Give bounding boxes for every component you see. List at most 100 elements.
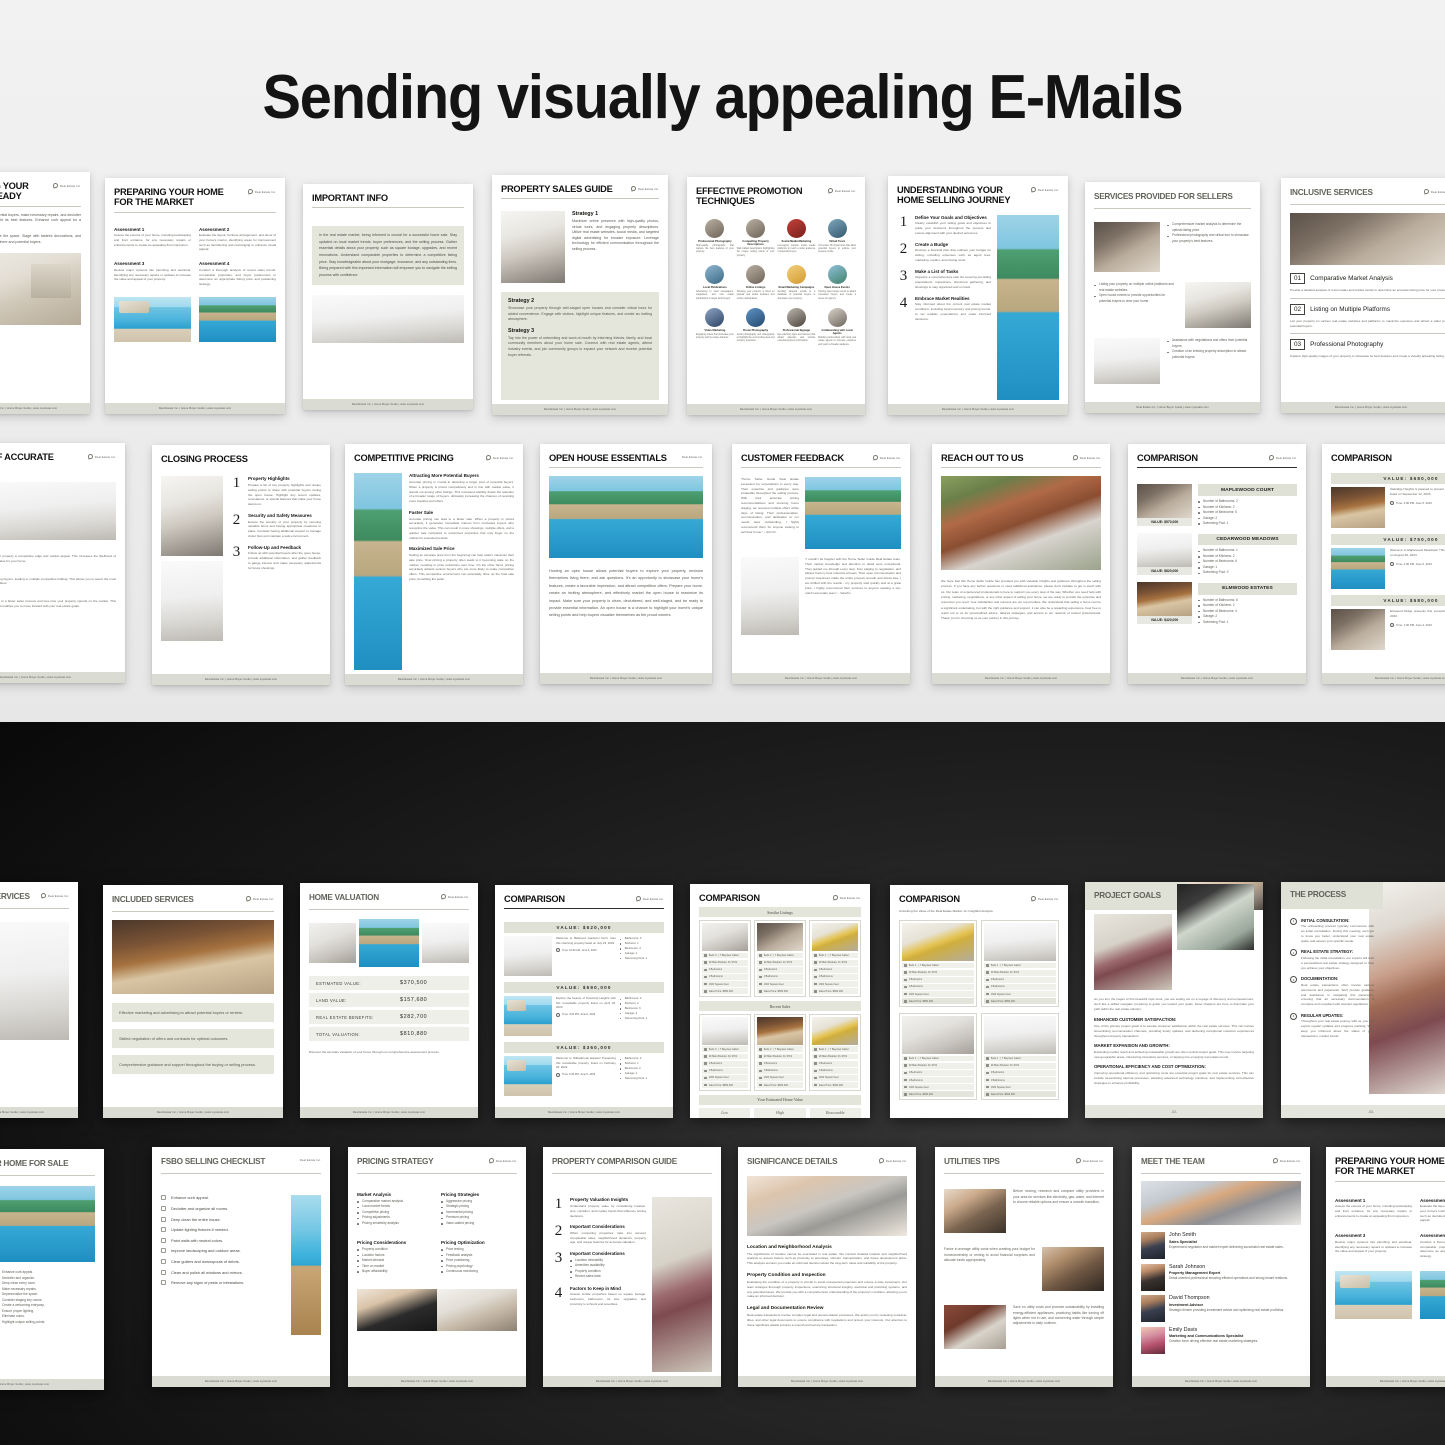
photo-listing [504,1056,552,1097]
checklist-item[interactable]: Enhance curb appeal. [161,1195,285,1201]
card-title: MEET THE TEAM [1141,1157,1205,1166]
mini-listing[interactable]: Beds 1 | 7 Bayview Isabel 99 Main Boulder… [809,1014,861,1092]
card-included-services[interactable]: INCLUDED SERVICES Real Estate Inc. Effec… [103,885,283,1118]
checklist-item[interactable]: Clear gutters and downspouts of debris. [161,1258,285,1264]
valuation-row: TOTAL VALUATION: $810,880 [309,1027,469,1042]
checkbox[interactable] [161,1269,166,1275]
checkbox[interactable] [161,1280,166,1286]
card-significance-details[interactable]: SIGNIFICANCE DETAILS Real Estate Inc. Lo… [738,1147,916,1387]
service-item: Comprehensive guidance and support throu… [112,1055,274,1075]
brand-logo: Real Estate Inc. [1268,453,1297,461]
listing-value: VALUE: $580,000 [1331,595,1445,607]
card-utilities-tips[interactable]: UTILITIES TIPS Real Estate Inc. Before m… [935,1147,1113,1387]
valuation-row: ESTIMATED VALUE: $370,500 [309,976,469,991]
checklist-item[interactable]: Clean and polish all windows and mirrors… [161,1269,285,1275]
checkbox[interactable] [161,1205,166,1211]
card-inclusive-services-cut[interactable]: INCLUSIVE SERVICES Real Estate Inc. Real… [0,882,78,1118]
card-preparing-home-market[interactable]: PREPARING YOUR HOME FOR THE MARKET Real … [105,178,285,414]
ruler-icon [704,982,707,986]
divider [0,205,81,207]
brand-logo: Real Estate Inc. [872,453,901,461]
checkbox[interactable] [161,1237,166,1243]
tag-icon [814,990,817,993]
mini-listing[interactable]: Beds 1 | 7 Bayview Isabel 99 Main Boulder… [899,920,977,1008]
mini-listing[interactable]: Beds 3 | 7 Bayview Isabel 99 Main Boulder… [699,920,751,998]
card-important-info[interactable]: IMPORTANT INFO In the real estate market… [303,184,473,410]
clock-icon [556,948,560,953]
step-number: 3 [1290,976,1297,984]
card-fsbo-checklist[interactable]: FSBO SELLING CHECKLIST Real Estate Inc. … [152,1147,330,1387]
listing-desc: Oakridge Heights is pleased to present t… [1390,487,1445,497]
card-closing-process[interactable]: CLOSING PROCESS 1 Property Highlights Pre… [152,445,330,685]
checklist-item[interactable]: Paint walls with neutral colors. [161,1237,285,1243]
pin-icon [814,961,817,964]
photo-patio [549,476,703,559]
leaf-badge-icon [440,893,447,900]
card-title: IMPACT OF ACCURATE PRICING [0,452,54,462]
mini-listing[interactable]: Beds 1 | 7 Bayview Isabel 99 Main Boulder… [981,1013,1059,1101]
card-reach-out[interactable]: REACH OUT TO US Real Estate Inc. We hope… [932,444,1110,684]
item-heading: Faster Sale [409,509,433,515]
card-meet-the-team[interactable]: MEET THE TEAM Real Estate Inc. John Smit… [1132,1147,1310,1387]
checkbox[interactable] [161,1258,166,1264]
card-impact-accurate-pricing[interactable]: IMPACT OF ACCURATE PRICING Real Estate I… [0,443,125,683]
checklist-item[interactable]: Remove any signs of pests or infestation… [161,1280,285,1286]
checkbox[interactable] [161,1195,166,1201]
leaf-badge-icon [52,182,59,189]
mini-listing[interactable]: Beds 3 | 7 Bayview Isabel 99 Main Boulder… [699,1014,751,1092]
card-preparing-home-market-2[interactable]: PREPARING YOUR HOME FOR THE MARKET Asses… [1326,1147,1445,1387]
photo-energy-saving [944,1305,1006,1350]
photo-house-model-hands [357,1288,437,1331]
card-comparison-listings-specs[interactable]: COMPARISON Real Estate Inc. VALUE: $520,… [495,885,673,1118]
photo-house-model-contract [747,1175,907,1236]
card-project-goals[interactable]: PROJECT GOALS As you turn the pages of t… [1085,882,1263,1118]
valuation-row: REAL ESTATE BENEFITS: $282,700 [309,1010,469,1025]
card-comparison-grid[interactable]: COMPARISON Real Estate Inc. Similar List… [690,884,870,1118]
item-body: Capture high-quality images of your prop… [1290,354,1445,359]
card-getting-home-ready[interactable]: GETTING YOUR HOME READY Real Estate Inc.… [0,172,90,414]
card-property-comparison-guide[interactable]: PROPERTY COMPARISON GUIDE 1 Property Val… [543,1147,721,1387]
card-competitive-pricing[interactable]: COMPETITIVE PRICING Real Estate Inc. Att… [345,444,523,685]
card-title: COMPARISON [699,893,760,903]
mini-listing[interactable]: Beds 1 | 7 Bayview Isabel 99 Main Boulder… [981,920,1059,1008]
pin-icon [704,961,707,964]
card-services-for-sellers[interactable]: SERVICES PROVIDED FOR SELLERS Comprehens… [1085,182,1260,413]
card-comparison-listings[interactable]: COMPARISON VALUE: $680,000 Oakridge Heig… [1322,444,1445,684]
card-preparing-home-for-sale[interactable]: PREPARING YOUR HOME FOR SALE Preparing y… [0,1149,104,1390]
tag-icon [759,990,762,993]
checkbox[interactable] [161,1248,166,1254]
listing-time: Time: 2:00 PM, June 6, 2023 [1396,561,1432,566]
card-inclusive-services[interactable]: INCLUSIVE SERVICES Real Estate Inc. 01 C… [1281,178,1445,413]
card-home-valuation[interactable]: HOME VALUATION Real Estate Inc. ESTIMATE… [300,883,478,1118]
mini-listing[interactable]: Beds 1 | 7 Bayview Isabel 99 Main Boulder… [809,920,861,998]
drone-icon [746,307,766,327]
card-footer: Real Estate Inc. | Home Buyer Guide | ww… [1326,1376,1445,1387]
section-band-recent: Recent Sales [699,1001,861,1011]
mini-listing[interactable]: Beds 2 | 7 Bayview Isabel 99 Main Boulder… [754,1014,806,1092]
highlight-block: In the real estate market, being informe… [312,226,464,285]
card-promotion-techniques[interactable]: EFFECTIVE PROMOTION TECHNIQUES Real Esta… [687,177,865,415]
card-open-house-essentials[interactable]: OPEN HOUSE ESSENTIALS Real Estate Inc. H… [540,444,712,684]
tip-text: Save on utility costs and promote sustai… [1013,1305,1104,1326]
brand-logo: Real Estate Inc. [40,891,69,899]
item-body: Evaluating the condition of a property i… [747,1280,907,1299]
card-the-process[interactable]: THE PROCESS 1 INITIAL CONSULTATION: The o… [1281,882,1445,1118]
property-spec-block: MAPLEWOOD COURT Number of Bathrooms: 2 N… [1198,484,1297,526]
checklist-item[interactable]: Deep clean the entire house. [161,1216,285,1222]
card-selling-journey[interactable]: UNDERSTANDING YOUR HOME SELLING JOURNEY … [888,176,1068,415]
card-comparison-2x2[interactable]: COMPARISON Real Estate Inc. Unlocking th… [890,885,1068,1118]
mini-listing[interactable]: Beds 2 | 7 Bayview Isabel 99 Main Boulder… [754,920,806,998]
photo-dining [312,294,464,343]
card-customer-feedback[interactable]: CUSTOMER FEEDBACK Real Estate Inc. "Home… [732,444,910,684]
checkbox[interactable] [161,1227,166,1233]
card-property-sales-guide[interactable]: PROPERTY SALES GUIDE Real Estate Inc. St… [492,175,668,415]
checklist-item[interactable]: Update lighting fixtures if needed. [161,1227,285,1233]
checkbox[interactable] [161,1216,166,1222]
card-pricing-strategy[interactable]: PRICING STRATEGY Real Estate Inc. Market… [348,1147,526,1387]
pin-icon [986,971,989,974]
card-comparison-properties[interactable]: COMPARISON Real Estate Inc. VALUE: $570,… [1128,444,1306,684]
mini-listing[interactable]: Beds 1 | 7 Bayview Isabel 99 Main Boulder… [899,1013,977,1101]
checklist-item[interactable]: Improve landscaping and outdoor areas. [161,1248,285,1254]
checklist-item[interactable]: Declutter and organize all rooms. [161,1205,285,1211]
pin-icon [986,1064,989,1067]
